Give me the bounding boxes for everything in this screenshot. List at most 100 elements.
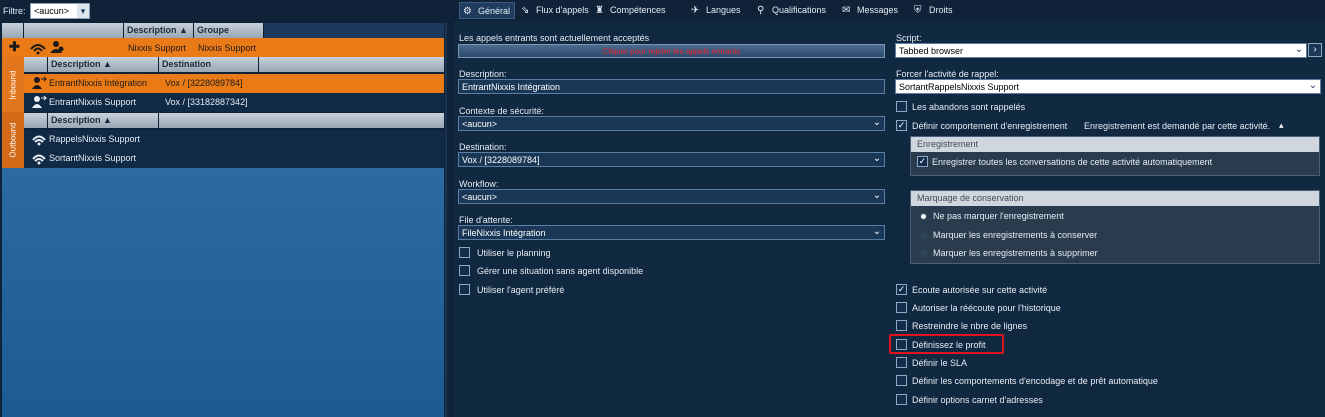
tab-qualifications[interactable]: ⚲ Qualifications <box>754 2 830 19</box>
group-description: Nixxis Support <box>128 43 187 53</box>
callback-value: SortantRappelsNixxis Support <box>899 82 1020 92</box>
flow-icon: ⇘ <box>521 5 530 16</box>
script-open-button[interactable]: › <box>1308 43 1322 57</box>
queue-label: File d'attente: <box>459 215 513 225</box>
row-description: EntrantNixxis Support <box>49 97 137 107</box>
header-spacer <box>2 23 24 38</box>
script-value: Tabbed browser <box>899 46 964 56</box>
tab-messages[interactable]: ✉ Messages <box>839 2 902 19</box>
retention-option-label: Ne pas marquer l'enregistrement <box>933 211 1064 221</box>
callback-select[interactable]: SortantRappelsNixxis Support ⌄ <box>895 79 1321 94</box>
tab-langues[interactable]: ✈ Langues <box>688 2 745 19</box>
table-row[interactable]: SortantNixxis Support <box>24 149 444 168</box>
encoding-behavior-label: Définir les comportements d'encodage et … <box>912 376 1158 386</box>
tab-messages-label: Messages <box>857 5 899 15</box>
wifi-icon <box>32 135 46 146</box>
search-icon: ⚲ <box>757 5 765 16</box>
table-row[interactable]: EntrantNixxis Intégration Vox / [3228089… <box>24 74 444 93</box>
workflow-select[interactable]: <aucun> ⌄ <box>458 189 885 204</box>
table-row[interactable]: RappelsNixxis Support <box>24 130 444 149</box>
collapse-icon[interactable]: ▴ <box>1279 120 1284 131</box>
define-sla-checkbox[interactable] <box>896 357 907 368</box>
inbound-tab[interactable]: Inbound <box>2 57 24 112</box>
retention-group-title: Marquage de conservation <box>911 191 1319 206</box>
subheader-spacer <box>24 113 48 128</box>
chevron-down-icon: ⌄ <box>872 117 882 128</box>
chevron-down-icon: ⌄ <box>1308 80 1318 91</box>
tab-langues-label: Langues <box>706 5 741 15</box>
tab-bar: ⚙ Général ⇘ Flux d'appels ♜ Compétences ✈ La… <box>455 0 1325 20</box>
relisten-history-label: Autoriser la réécoute pour l'historique <box>912 303 1061 313</box>
inbound-col-description[interactable]: Description ▲ <box>48 57 159 72</box>
restrict-lines-checkbox[interactable] <box>896 320 907 331</box>
group-row[interactable]: ✚ Nixxis Support Nixxis Support <box>2 38 444 57</box>
security-select[interactable]: <aucun> ⌄ <box>458 116 885 131</box>
retention-radio-delete[interactable] <box>919 249 928 258</box>
record-all-checkbox[interactable]: ✓ <box>917 156 928 167</box>
row-description: EntrantNixxis Intégration <box>49 78 148 88</box>
outbound-subheader: Description ▲ <box>24 113 444 128</box>
languages-icon: ✈ <box>691 5 700 16</box>
recording-group: Enregistrement ✓ Enregistrer toutes les … <box>910 136 1320 176</box>
plus-icon[interactable]: ✚ <box>9 39 20 55</box>
tab-general-label: Général <box>478 6 511 16</box>
wifi-icon <box>32 154 46 165</box>
subheader-spacer <box>24 57 48 72</box>
preferred-agent-checkbox[interactable] <box>459 284 470 295</box>
inbound-col-description-label: Description <box>51 59 101 69</box>
tab-droits[interactable]: ⛨ Droits <box>911 2 957 19</box>
queue-value: FileNixxis Intégration <box>462 228 546 238</box>
retention-option-label: Marquer les enregistrements à supprimer <box>933 248 1098 258</box>
header-description-label: Description <box>127 25 177 35</box>
outbound-col-description[interactable]: Description ▲ <box>48 113 159 128</box>
security-value: <aucun> <box>462 119 498 129</box>
outbound-tab-label: Outbound <box>8 122 18 158</box>
address-book-checkbox[interactable] <box>896 394 907 405</box>
retention-radio-none[interactable] <box>919 212 928 221</box>
description-label: Description: <box>459 69 507 79</box>
record-behavior-checkbox[interactable]: ✓ <box>896 120 907 131</box>
description-field[interactable]: EntrantNixxis Intégration <box>458 79 885 94</box>
workflow-value: <aucun> <box>462 192 498 202</box>
skills-icon: ♜ <box>595 5 604 16</box>
chevron-down-icon: ⌄ <box>1294 44 1304 55</box>
callback-label: Forcer l'activité de rappel: <box>896 69 999 79</box>
record-behavior-note: Enregistrement est demandé par cette act… <box>1084 121 1271 131</box>
relisten-history-checkbox[interactable] <box>896 302 907 313</box>
script-label: Script: <box>896 33 922 43</box>
inbound-col-destination[interactable]: Destination <box>159 57 259 72</box>
header-description[interactable]: Description ▲ <box>124 23 194 38</box>
destination-label: Destination: <box>459 142 507 152</box>
abandons-checkbox[interactable] <box>896 101 907 112</box>
shield-icon: ⛨ <box>914 5 922 16</box>
no-agent-checkbox[interactable] <box>459 265 470 276</box>
tab-competences[interactable]: ♜ Compétences <box>592 2 670 19</box>
filter-label: Filtre: <box>3 6 26 16</box>
header-groupe[interactable]: Groupe <box>194 23 264 38</box>
tab-qualifications-label: Qualifications <box>772 5 827 15</box>
filter-select[interactable]: <aucun> ▾ <box>30 3 90 19</box>
listening-allowed-label: Ecoute autorisée sur cette activité <box>912 285 1048 295</box>
tab-general[interactable]: ⚙ Général <box>459 2 516 19</box>
restrict-lines-label: Restreindre le nbre de lignes <box>912 321 1028 331</box>
record-all-label: Enregistrer toutes les conversations de … <box>932 157 1213 167</box>
queue-select[interactable]: FileNixxis Intégration ⌄ <box>458 225 885 240</box>
tab-flux-appels[interactable]: ⇘ Flux d'appels <box>518 2 593 19</box>
destination-select[interactable]: Vox / [3228089784] ⌄ <box>458 152 885 167</box>
filter-bar: Filtre: <aucun> ▾ <box>0 0 447 22</box>
inbound-subheader: Description ▲ Destination <box>24 57 444 72</box>
incoming-status-text: Les appels entrants sont actuellement ac… <box>459 33 650 43</box>
header-groupe-label: Groupe <box>197 25 230 35</box>
script-select[interactable]: Tabbed browser ⌄ <box>895 43 1307 58</box>
table-row[interactable]: EntrantNixxis Support Vox / [33182887342… <box>24 93 444 112</box>
row-description: RappelsNixxis Support <box>49 134 141 144</box>
outbound-tab[interactable]: Outbound <box>2 112 24 168</box>
reject-calls-button[interactable]: Cliquer pour rejeter les appels entrants <box>458 44 885 58</box>
use-planning-checkbox[interactable] <box>459 247 470 258</box>
preferred-agent-label: Utiliser l'agent préféré <box>477 285 565 295</box>
tab-competences-label: Compétences <box>610 5 666 15</box>
row-destination: Vox / [33182887342] <box>165 97 248 107</box>
retention-radio-keep[interactable] <box>919 231 928 240</box>
encoding-behavior-checkbox[interactable] <box>896 375 907 386</box>
listening-allowed-checkbox[interactable]: ✓ <box>896 284 907 295</box>
